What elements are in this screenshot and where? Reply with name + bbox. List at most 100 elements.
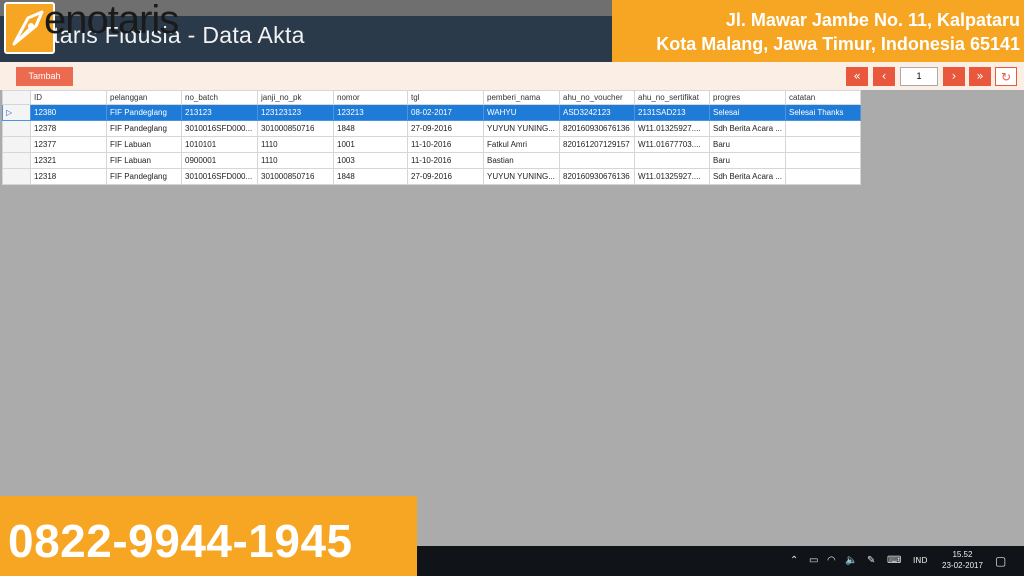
table-cell[interactable]: W11.01325927.... [634,168,710,185]
table-row[interactable]: 12378 FIF Pandeglang 3010016SFD000... 30… [2,120,861,137]
notification-icon[interactable]: ▢ [995,546,1006,576]
keyboard-icon[interactable]: ⌨ [887,546,901,576]
prev-page-button[interactable]: ‹ [873,67,895,86]
data-grid: ID pelanggan no_batch janji_no_pk nomor … [2,90,861,185]
column-header[interactable]: nomor [333,90,408,105]
table-cell[interactable]: Baru [709,152,786,169]
table-cell[interactable]: 12380 [30,104,107,121]
table-cell[interactable]: 11-10-2016 [407,136,484,153]
table-cell[interactable] [785,168,861,185]
table-cell[interactable]: Sdh Berita Acara ... [709,120,786,137]
table-cell[interactable]: 12318 [30,168,107,185]
table-cell[interactable]: W11.01677703.... [634,136,710,153]
table-cell[interactable]: 27-09-2016 [407,120,484,137]
table-cell[interactable]: 12378 [30,120,107,137]
table-cell[interactable]: 1110 [257,152,334,169]
row-header-corner [2,90,31,105]
table-cell[interactable]: W11.01325927.... [634,120,710,137]
table-row[interactable]: 12321 FIF Labuan 0900001 1110 1003 11-10… [2,152,861,169]
table-cell[interactable]: 820160930676136 [559,168,635,185]
column-header[interactable]: no_batch [181,90,258,105]
add-button[interactable]: Tambah [16,67,73,86]
table-row[interactable]: 12377 FIF Labuan 1010101 1110 1001 11-10… [2,136,861,153]
table-cell[interactable]: 3010016SFD000... [181,168,258,185]
table-cell[interactable]: 27-09-2016 [407,168,484,185]
volume-icon[interactable]: 🔈 [845,546,857,576]
table-cell[interactable] [634,152,710,169]
table-cell[interactable]: 1110 [257,136,334,153]
table-cell[interactable]: Sdh Berita Acara ... [709,168,786,185]
table-cell[interactable]: Selesai [709,104,786,121]
row-selector-icon[interactable]: ▷ [2,104,31,121]
row-header[interactable] [2,168,31,185]
column-header[interactable]: ahu_no_voucher [559,90,635,105]
row-header[interactable] [2,136,31,153]
next-page-button[interactable]: › [943,67,965,86]
table-cell[interactable]: 08-02-2017 [407,104,484,121]
table-cell[interactable]: 301000850716 [257,168,334,185]
address-line-1: Jl. Mawar Jambe No. 11, Kalpataru [725,10,1020,30]
battery-icon[interactable]: ▭ [809,546,818,576]
table-cell[interactable]: WAHYU [483,104,560,121]
last-page-button[interactable]: » [969,67,991,86]
address-line-2: Kota Malang, Jawa Timur, Indonesia 65141 [656,34,1020,54]
table-cell[interactable]: 0900001 [181,152,258,169]
table-cell[interactable] [785,120,861,137]
column-header[interactable]: ahu_no_sertifikat [634,90,710,105]
table-cell[interactable]: 820161207129157 [559,136,635,153]
table-cell[interactable]: 1003 [333,152,408,169]
table-cell[interactable] [785,152,861,169]
table-cell[interactable]: 3010016SFD000... [181,120,258,137]
column-header[interactable]: progres [709,90,786,105]
taskbar: ⌃ ▭ ◠ 🔈 ✎ ⌨ IND 15.52 23-02-2017 ▢ [417,546,1024,576]
table-cell[interactable]: Baru [709,136,786,153]
table-cell[interactable]: FIF Pandeglang [106,104,182,121]
table-cell[interactable]: FIF Labuan [106,136,182,153]
table-cell[interactable]: 11-10-2016 [407,152,484,169]
table-cell[interactable]: 1848 [333,168,408,185]
table-cell[interactable]: 123123123 [257,104,334,121]
table-cell[interactable]: 12321 [30,152,107,169]
table-cell[interactable]: 213123 [181,104,258,121]
table-row[interactable]: 12318 FIF Pandeglang 3010016SFD000... 30… [2,168,861,185]
table-cell[interactable]: YUYUN YUNING... [483,120,560,137]
language-indicator[interactable]: IND [913,546,928,576]
table-cell[interactable]: 12377 [30,136,107,153]
column-header[interactable]: pemberi_nama [483,90,560,105]
refresh-button[interactable]: ↻ [995,67,1017,86]
table-cell[interactable]: FIF Pandeglang [106,120,182,137]
table-cell[interactable]: YUYUN YUNING... [483,168,560,185]
column-header[interactable]: catatan [785,90,861,105]
table-cell[interactable]: Bastian [483,152,560,169]
table-cell[interactable]: FIF Pandeglang [106,168,182,185]
phone-banner: 0822-9944-1945 [0,496,417,576]
table-cell[interactable]: 820160930676136 [559,120,635,137]
table-cell[interactable]: 1001 [333,136,408,153]
column-header[interactable]: janji_no_pk [257,90,334,105]
table-cell[interactable] [559,152,635,169]
table-cell[interactable]: ASD3242123 [559,104,635,121]
table-cell[interactable]: Selesai Thanks [785,104,861,121]
table-cell[interactable]: 1010101 [181,136,258,153]
page-number-input[interactable]: 1 [900,67,938,86]
table-cell[interactable]: 2131SAD213 [634,104,710,121]
row-header[interactable] [2,152,31,169]
column-header[interactable]: ID [30,90,107,105]
table-cell[interactable] [785,136,861,153]
table-row[interactable]: ▷ 12380 FIF Pandeglang 213123 123123123 … [2,104,861,121]
chevron-up-icon[interactable]: ⌃ [790,546,798,576]
row-header[interactable] [2,120,31,137]
clock[interactable]: 15.52 23-02-2017 [942,549,983,571]
column-header[interactable]: tgl [407,90,484,105]
wifi-icon[interactable]: ◠ [827,546,836,576]
column-header[interactable]: pelanggan [106,90,182,105]
table-cell[interactable]: FIF Labuan [106,152,182,169]
toolbar: Tambah « ‹ 1 › » ↻ [0,62,1024,90]
table-cell[interactable]: 123213 [333,104,408,121]
clock-date: 23-02-2017 [942,561,983,570]
table-cell[interactable]: 1848 [333,120,408,137]
pen-icon[interactable]: ✎ [867,546,875,576]
table-cell[interactable]: Fatkul Amri [483,136,560,153]
first-page-button[interactable]: « [846,67,868,86]
table-cell[interactable]: 301000850716 [257,120,334,137]
